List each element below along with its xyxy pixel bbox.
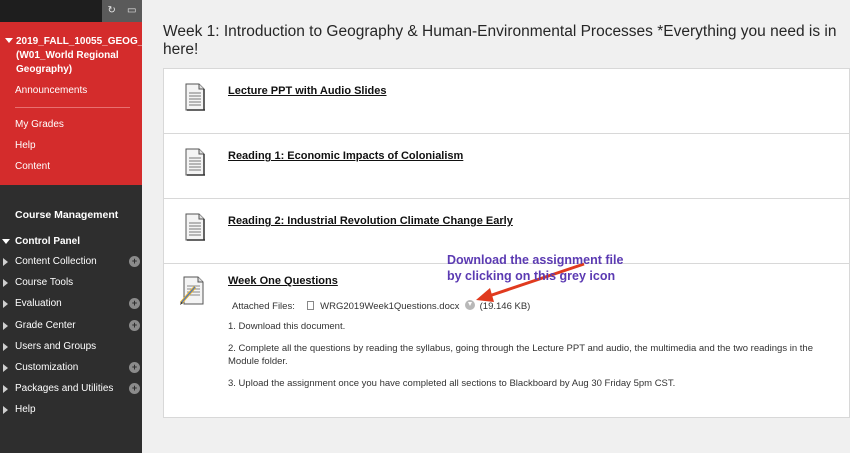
cp-users-and-groups[interactable]: Users and Groups (0, 336, 142, 357)
cp-help[interactable]: Help (0, 399, 142, 420)
course-sidebar: ↻ ▭ 2019_FALL_10055_GEOG_1302 (W01_World… (0, 0, 166, 453)
sidebar-divider (15, 107, 130, 108)
cp-packages-and-utilities[interactable]: Packages and Utilities + (0, 378, 142, 399)
course-menu: 2019_FALL_10055_GEOG_1302 (W01_World Reg… (0, 22, 166, 185)
attached-file-link[interactable]: WRG2019Week1Questions.docx (320, 301, 459, 312)
expand-arrow-icon[interactable] (3, 321, 8, 330)
sidebar-toolbar-buttons: ↻ ▭ (102, 0, 142, 22)
cp-item-label: Customization (15, 361, 79, 373)
sidebar-toolbar: ↻ ▭ (0, 0, 142, 22)
item-title-link[interactable]: Reading 1: Economic Impacts of Coloniali… (228, 150, 463, 162)
cp-item-label: Grade Center (15, 319, 76, 331)
item-title-link[interactable]: Reading 2: Industrial Revolution Climate… (228, 215, 513, 227)
expand-arrow-icon[interactable] (3, 300, 8, 309)
add-plus-icon[interactable]: + (129, 319, 140, 331)
refresh-icon[interactable]: ↻ (108, 6, 116, 16)
add-plus-icon[interactable]: + (129, 361, 140, 373)
expand-arrow-icon[interactable] (3, 385, 8, 394)
nav-help[interactable]: Help (0, 140, 142, 161)
nav-announcements[interactable]: Announcements (0, 83, 142, 99)
control-panel-label: Control Panel (15, 236, 81, 247)
assignment-icon (179, 276, 204, 305)
expand-arrow-icon[interactable] (3, 363, 8, 372)
annotation-line: by clicking on this grey icon (447, 269, 616, 283)
expand-arrow-icon[interactable] (3, 258, 8, 266)
item-title-link[interactable]: Week One Questions (228, 275, 338, 287)
attached-files-label: Attached Files: (232, 301, 295, 312)
content-item: Lecture PPT with Audio Slides (164, 69, 849, 134)
document-icon (185, 213, 205, 241)
expand-arrow-icon[interactable] (3, 406, 8, 415)
cp-course-tools[interactable]: Course Tools (0, 272, 142, 293)
add-plus-icon[interactable]: + (129, 383, 140, 395)
instruction-step: 1. Download this document. (228, 321, 346, 332)
page-title: Week 1: Introduction to Geography & Huma… (163, 23, 837, 58)
instruction-step: 2. Complete all the questions by reading… (228, 343, 813, 367)
annotation-callout: Download the assignment file by clicking… (447, 252, 707, 284)
instruction-step: 3. Upload the assignment once you have c… (228, 378, 676, 389)
cp-evaluation[interactable]: Evaluation + (0, 293, 142, 314)
nav-content[interactable]: Content (0, 161, 142, 182)
cp-grade-center[interactable]: Grade Center + (0, 315, 142, 336)
expand-arrow-icon[interactable] (3, 342, 8, 351)
collapse-triangle-icon[interactable] (2, 239, 10, 244)
annotation-line: Download the assignment file (447, 253, 624, 267)
control-panel-list: Content Collection + Course Tools Evalua… (0, 251, 142, 421)
add-plus-icon[interactable]: + (129, 256, 140, 267)
cp-item-label: Help (15, 404, 36, 416)
document-icon (185, 83, 205, 111)
add-plus-icon[interactable]: + (129, 298, 140, 310)
document-icon (185, 148, 205, 176)
nav-my-grades[interactable]: My Grades (0, 119, 142, 140)
cp-item-label: Evaluation (15, 298, 62, 310)
expand-arrow-icon[interactable] (3, 279, 8, 288)
cp-item-label: Content Collection (15, 256, 97, 267)
content-item: Reading 1: Economic Impacts of Coloniali… (164, 134, 849, 199)
item-title-link[interactable]: Lecture PPT with Audio Slides (228, 85, 387, 97)
collapse-triangle-icon[interactable] (5, 38, 13, 43)
main-content: Week 1: Introduction to Geography & Huma… (142, 0, 850, 453)
content-list: Lecture PPT with Audio Slides Reading 1:… (163, 68, 850, 418)
file-doc-icon (307, 301, 315, 310)
folder-icon[interactable]: ▭ (127, 6, 136, 16)
course-title[interactable]: 2019_FALL_10055_GEOG_1302 (W01_World Reg… (0, 35, 166, 77)
course-management-heading: Course Management (15, 209, 119, 221)
cp-item-label: Course Tools (15, 277, 74, 289)
cp-content-collection[interactable]: Content Collection + (0, 251, 142, 272)
cp-customization[interactable]: Customization + (0, 357, 142, 378)
cp-item-label: Packages and Utilities (15, 383, 114, 395)
cp-item-label: Users and Groups (15, 340, 97, 352)
control-panel-heading[interactable]: Control Panel (0, 221, 142, 247)
